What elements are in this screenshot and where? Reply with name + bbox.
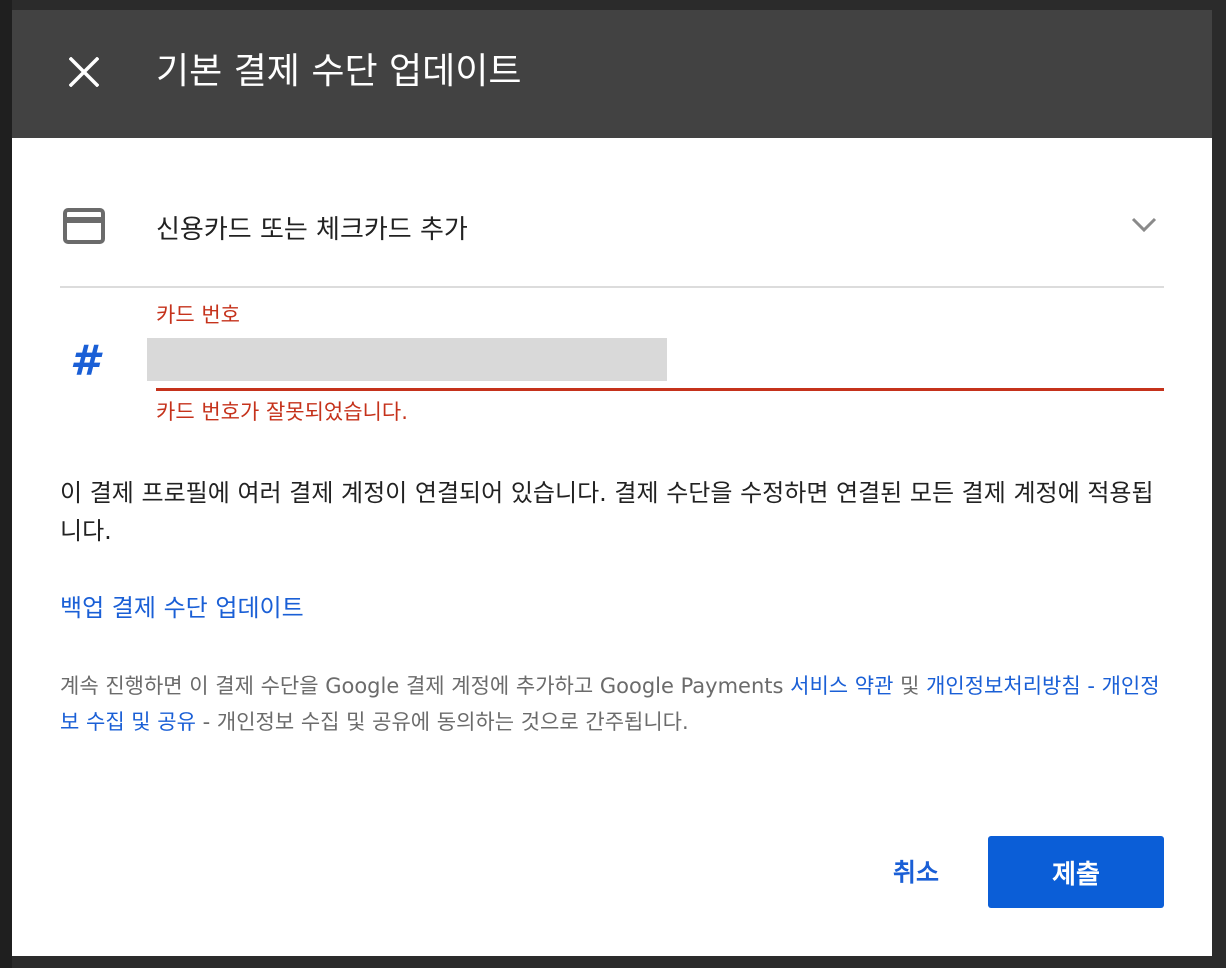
section-divider: [60, 286, 1164, 288]
backup-payment-link[interactable]: 백업 결제 수단 업데이트: [60, 592, 304, 624]
payment-method-selector[interactable]: 신용카드 또는 체크카드 추가: [60, 170, 1164, 286]
close-icon: [69, 57, 99, 87]
update-payment-dialog: 기본 결제 수단 업데이트 신용카드 또는 체크카드 추가 # 카드 번호 카드…: [12, 10, 1212, 956]
close-button[interactable]: [56, 44, 112, 100]
legal-text: 계속 진행하면 이 결제 수단을 Google 결제 계정에 추가하고 Goog…: [60, 668, 1170, 740]
linked-accounts-notice: 이 결제 프로필에 여러 결제 계정이 연결되어 있습니다. 결제 수단을 수정…: [60, 479, 1154, 545]
hash-icon: #: [70, 336, 100, 385]
card-number-label: 카드 번호: [156, 303, 240, 327]
submit-button[interactable]: 제출: [988, 836, 1164, 908]
page-backdrop: [0, 0, 12, 968]
dialog-title: 기본 결제 수단 업데이트: [156, 51, 522, 92]
legal-suffix: - 개인정보 수집 및 공유에 동의하는 것으로 간주됩니다.: [195, 710, 689, 734]
dialog-header: 기본 결제 수단 업데이트: [12, 10, 1212, 138]
legal-prefix: 계속 진행하면 이 결제 수단을 Google 결제 계정에 추가하고 Goog…: [60, 674, 791, 698]
payment-method-label: 신용카드 또는 체크카드 추가: [156, 215, 468, 245]
credit-card-icon: [63, 208, 105, 244]
card-number-error: 카드 번호가 잘못되었습니다.: [156, 400, 408, 424]
cancel-button[interactable]: 취소: [872, 842, 960, 900]
terms-of-service-link[interactable]: 서비스 약관: [790, 674, 893, 698]
card-number-error-underline: [156, 388, 1164, 391]
legal-and: 및: [893, 674, 927, 698]
card-number-input[interactable]: [147, 338, 667, 381]
chevron-down-icon[interactable]: [1130, 216, 1158, 234]
